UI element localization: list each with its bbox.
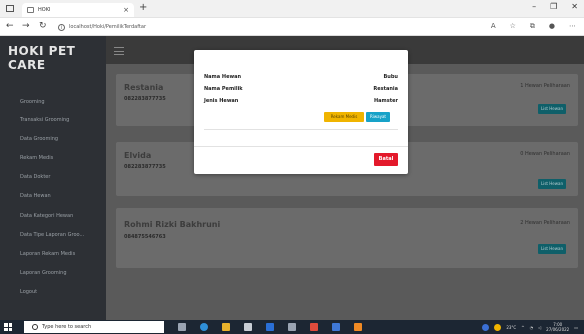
list-hewan-button[interactable]: List Hewan [538,104,566,114]
weather-icon[interactable] [494,323,502,331]
field-value: Restania [373,86,398,92]
modal-divider [204,129,398,130]
edge-icon[interactable] [200,323,208,331]
restore-icon[interactable]: ❐ [550,2,557,11]
new-tab-icon[interactable]: + [139,2,147,13]
sidebar: HOKI PET CARE Grooming Transaksi Groomin… [0,36,106,320]
taskbar: Type here to search 23°C ^ ◔ ◁ 7:00 27/0… [0,320,584,334]
search-placeholder: Type here to search [42,324,92,330]
site-info-icon[interactable]: i [58,23,65,31]
sidebar-item-data-dokter[interactable]: Data Dokter [20,174,50,180]
sidebar-item-grooming[interactable]: Grooming [20,99,45,105]
list-hewan-button[interactable]: List Hewan [538,244,566,254]
minimize-icon[interactable]: – [532,2,536,11]
windows-start-icon[interactable] [4,323,12,331]
owner-card: Rohmi Rizki Bakhruni 084875546763 2 Hewa… [116,208,578,268]
sidebar-item-data-tipe-laporan[interactable]: Data Tipe Laporan Groo... [20,232,84,238]
field-value: Bubu [383,74,398,80]
url-text: localhost/Hoki/PemilikTerdaftar [69,24,147,30]
app-icon[interactable] [354,323,362,331]
file-explorer-icon[interactable] [222,323,230,331]
forward-icon[interactable]: → [22,21,30,31]
field-nama-hewan: Nama Hewan Bubu [204,74,398,80]
tab-actions-icon[interactable] [6,5,14,12]
app-icon[interactable] [288,323,296,331]
owner-phone: 082283877735 [124,164,166,170]
pet-count: 1 Hewan Peliharaan [520,83,570,89]
sidebar-item-transaksi-grooming[interactable]: Transaksi Grooming [20,117,69,123]
vscode-icon[interactable] [266,323,274,331]
search-icon [32,324,38,330]
weather-text: 23°C [506,324,517,330]
pet-detail-modal: Nama Hewan Bubu Nama Pemilik Restania Je… [194,50,408,174]
volume-icon[interactable]: ◁ [538,325,541,330]
tab-title: HOKI [38,7,51,13]
browser-toolbar: A ☆ ⧉ ● ⋯ [491,22,576,31]
taskbar-apps [178,323,362,331]
more-icon[interactable]: ⋯ [569,22,576,31]
close-tab-icon[interactable]: × [123,6,129,14]
network-icon[interactable]: ◔ [530,325,534,330]
sidebar-item-rekam-medis[interactable]: Rekam Medis [20,155,53,161]
owner-name: Restania [124,83,164,92]
url-field[interactable]: i localhost/Hoki/PemilikTerdaftar [58,21,498,33]
brand-logo[interactable]: HOKI PET CARE [8,44,106,72]
riwayat-button[interactable]: Riwayat [366,112,390,122]
favorites-icon[interactable]: ☆ [510,22,516,31]
owner-name: Elvida [124,151,152,160]
field-value: Hamster [374,98,398,104]
store-icon[interactable] [244,323,252,331]
sidebar-item-data-grooming[interactable]: Data Grooming [20,136,58,142]
task-view-icon[interactable] [178,323,186,331]
sidebar-item-logout[interactable]: Logout [20,289,37,295]
sidebar-item-data-hewan[interactable]: Data Hewan [20,193,51,199]
field-label: Jenis Hewan [204,98,239,104]
field-jenis-hewan: Jenis Hewan Hamster [204,98,398,104]
sidebar-item-laporan-rekam-medis[interactable]: Laporan Rekam Medis [20,251,75,257]
rekam-medis-button[interactable]: Rekam Medis [324,112,364,122]
taskbar-search[interactable]: Type here to search [24,321,164,333]
refresh-icon[interactable]: ↻ [39,21,47,31]
address-bar: ← → ↻ i localhost/Hoki/PemilikTerdaftar … [0,18,584,36]
menu-toggle-icon[interactable] [114,47,124,55]
pet-count: 0 Hewan Peliharaan [520,151,570,157]
app-icon[interactable] [310,323,318,331]
favicon-icon [27,7,34,13]
tray-chevron-icon[interactable]: ^ [521,325,524,330]
owner-name: Rohmi Rizki Bakhruni [124,220,221,229]
word-icon[interactable] [332,323,340,331]
app-tray-icon[interactable] [482,323,490,331]
collections-icon[interactable]: ⧉ [530,22,535,31]
field-label: Nama Pemilik [204,86,243,92]
sidebar-item-data-kategori-hewan[interactable]: Data Kategori Hewan [20,213,73,219]
close-window-icon[interactable]: ✕ [571,2,578,11]
system-tray: 23°C ^ ◔ ◁ 7:00 27/06/2022 ▭ [482,322,578,332]
back-icon[interactable]: ← [6,21,14,31]
modal-footer-divider [194,146,408,147]
browser-titlebar: HOKI × + – ❐ ✕ [0,0,584,18]
list-hewan-button[interactable]: List Hewan [538,179,566,189]
clock[interactable]: 7:00 27/06/2022 [546,322,569,332]
field-nama-pemilik: Nama Pemilik Restania [204,86,398,92]
owner-phone: 082283877735 [124,96,166,102]
sidebar-item-laporan-grooming[interactable]: Laporan Grooming [20,270,67,276]
pet-count: 2 Hewan Peliharaan [520,220,570,226]
browser-tab[interactable]: HOKI × [22,3,134,17]
owner-phone: 084875546763 [124,234,166,240]
field-label: Nama Hewan [204,74,242,80]
window-controls: – ❐ ✕ [532,2,578,11]
batal-button[interactable]: Batal [374,153,398,166]
clock-date: 27/06/2022 [546,327,570,332]
read-aloud-icon[interactable]: A [491,22,496,31]
notifications-icon[interactable]: ▭ [574,325,578,330]
profile-icon[interactable]: ● [549,22,555,31]
